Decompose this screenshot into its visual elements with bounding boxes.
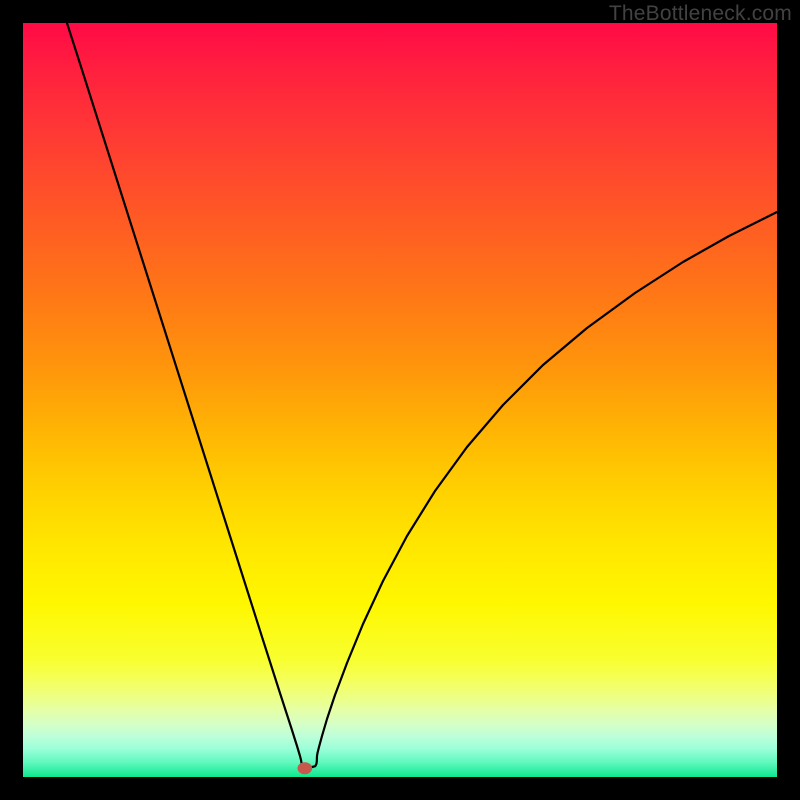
chart-frame: TheBottleneck.com xyxy=(0,0,800,800)
optimal-point-marker xyxy=(298,762,313,774)
plot-area xyxy=(23,23,777,777)
bottleneck-curve xyxy=(67,23,777,767)
chart-svg xyxy=(23,23,777,777)
watermark-text: TheBottleneck.com xyxy=(609,2,792,26)
